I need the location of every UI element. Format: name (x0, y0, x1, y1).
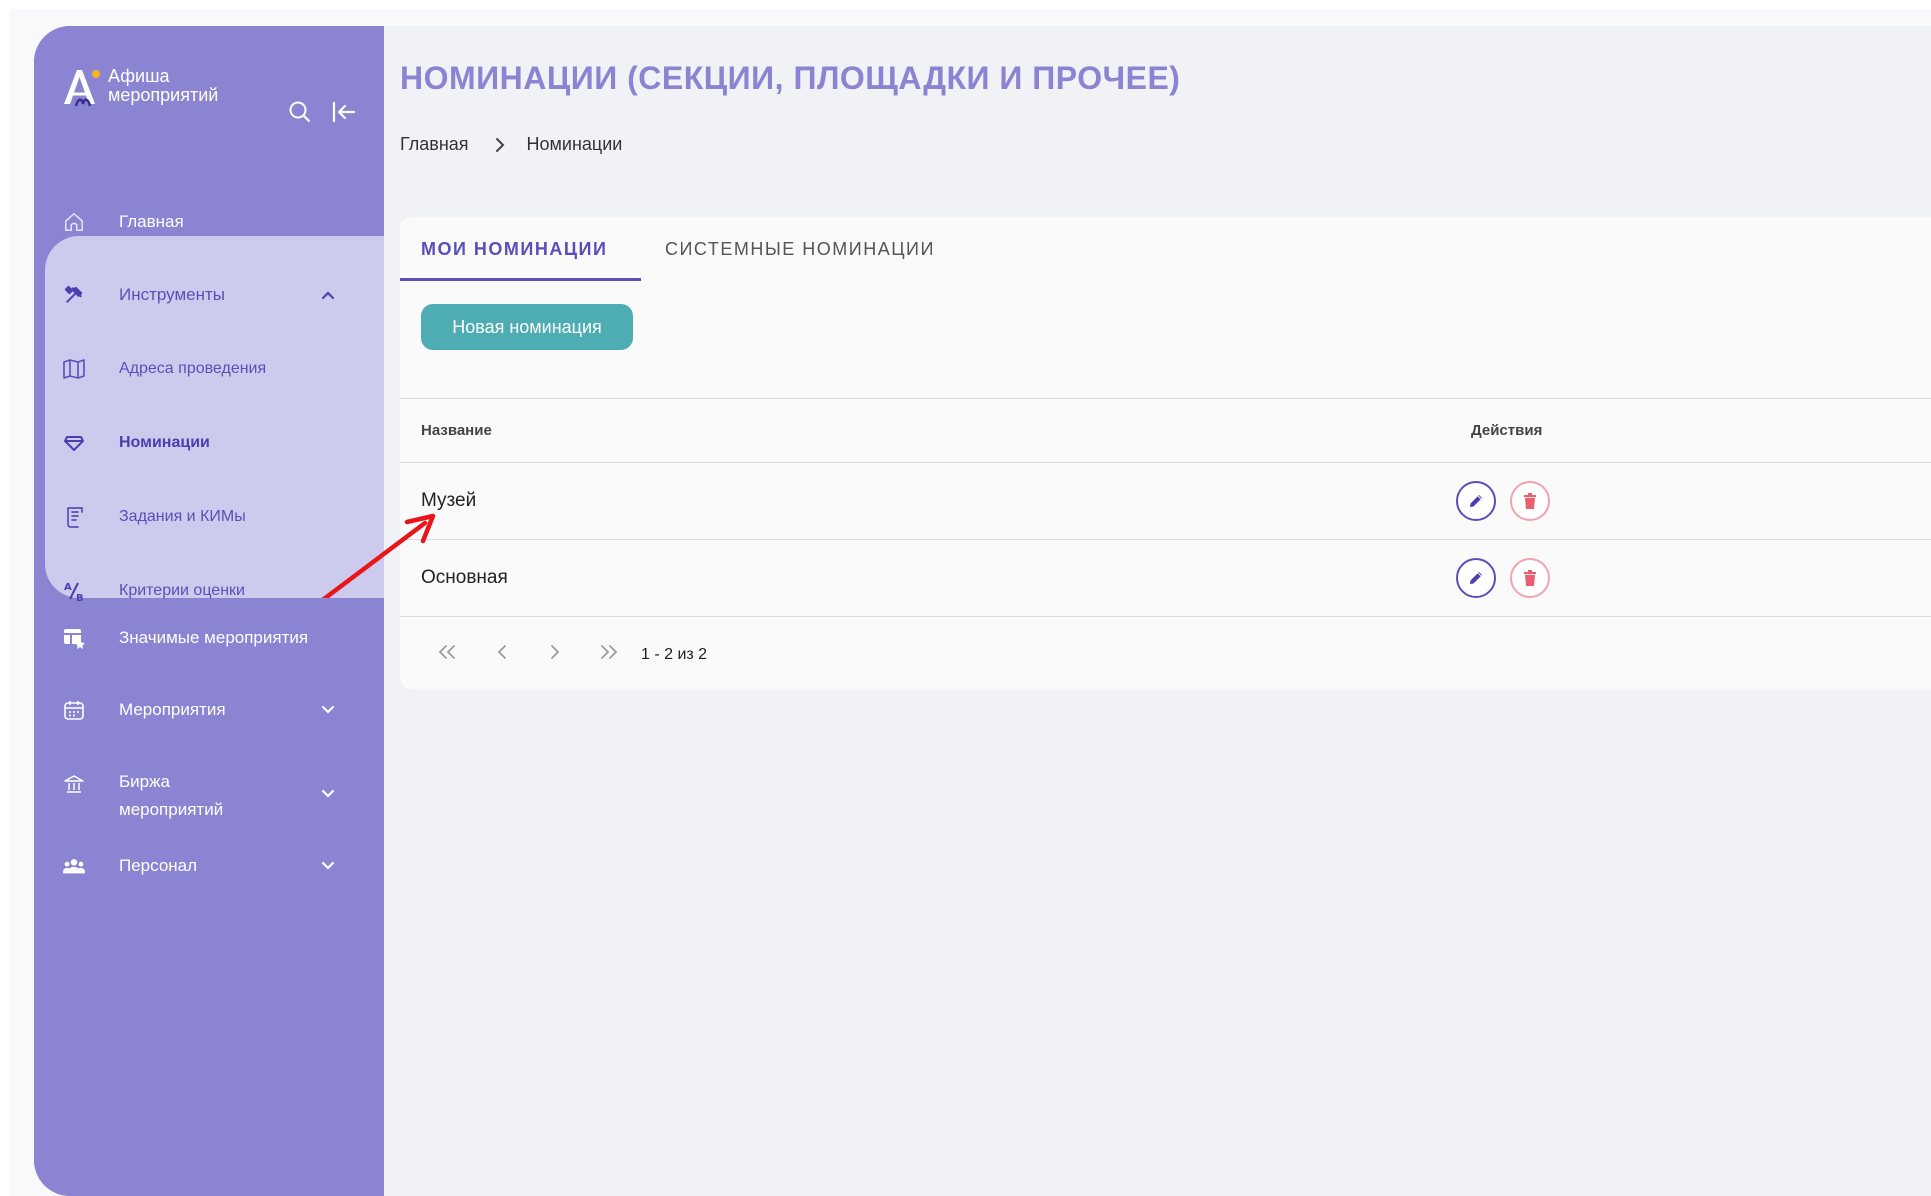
chevron-up-icon (320, 287, 336, 303)
trash-icon (1524, 493, 1536, 509)
tools-icon (62, 283, 86, 307)
sidebar-item-tools[interactable]: Инструменты (34, 265, 384, 325)
sidebar-item-staff[interactable]: Персонал (34, 836, 384, 896)
sidebar-item-label: Главная (119, 212, 184, 231)
task-icon (62, 505, 86, 529)
tabs-bar: МОИ НОМИНАЦИИ СИСТЕМНЫЕ НОМИНАЦИИ (400, 217, 1931, 281)
sidebar-item-label-line2: мероприятий (119, 800, 224, 819)
edit-button[interactable] (1456, 481, 1496, 521)
collapse-sidebar-icon[interactable] (330, 98, 358, 126)
search-icon[interactable] (286, 98, 314, 126)
edit-button[interactable] (1456, 558, 1496, 598)
sidebar-item-addresses[interactable]: Адреса проведения (34, 339, 384, 399)
last-page-icon[interactable] (597, 640, 621, 664)
nominations-card: МОИ НОМИНАЦИИ СИСТЕМНЫЕ НОМИНАЦИИ Новая … (400, 217, 1931, 689)
pencil-icon (1470, 495, 1482, 507)
breadcrumb-home-link[interactable]: Главная (400, 134, 469, 155)
table-star-icon (62, 626, 86, 650)
next-page-icon[interactable] (543, 640, 567, 664)
svg-text:A: A (64, 582, 72, 593)
app-logo[interactable]: Афиша мероприятий (60, 64, 218, 108)
sidebar-item-label: Инструменты (119, 285, 226, 304)
delete-button[interactable] (1510, 558, 1550, 598)
trash-icon (1524, 570, 1536, 586)
sidebar-item-criteria[interactable]: AB Критерии оценки (34, 561, 384, 621)
pagination: 1 - 2 из 2 (400, 632, 1000, 672)
sidebar-item-label: Значимые мероприятия (119, 628, 309, 647)
logo-title-line2: мероприятий (108, 85, 219, 105)
tab-my-nominations[interactable]: МОИ НОМИНАЦИИ (421, 239, 607, 260)
sidebar-item-label-line1: Биржа (119, 772, 170, 791)
breadcrumb-current: Номинации (526, 134, 623, 154)
sidebar-item-label: Номинации (119, 434, 210, 451)
gem-icon (62, 431, 86, 455)
chevron-down-icon (320, 702, 336, 718)
sidebar-item-label: Персонал (119, 856, 198, 875)
sidebar-item-exchange[interactable]: Биржа мероприятий (34, 756, 384, 832)
prev-page-icon[interactable] (490, 640, 514, 664)
breadcrumb: Главная Номинации (400, 134, 622, 155)
table-row[interactable]: Музей (400, 463, 1931, 539)
main-content: НОМИНАЦИИ (СЕКЦИИ, ПЛОЩАДКИ И ПРОЧЕЕ) Гл… (384, 26, 1931, 1196)
people-icon (62, 854, 86, 878)
map-icon (62, 357, 86, 381)
column-header-name: Название (421, 422, 492, 439)
chevron-down-icon (320, 858, 336, 874)
app-window: Афиша мероприятий Главная Инструменты Ад… (34, 26, 1931, 1196)
logo-mark-icon (60, 64, 102, 108)
criteria-icon: AB (62, 579, 86, 603)
column-header-actions: Действия (1471, 422, 1543, 439)
new-nomination-button[interactable]: Новая номинация (421, 304, 633, 350)
sidebar-item-home[interactable]: Главная (34, 192, 384, 252)
logo-title-line1: Афиша (108, 66, 170, 86)
sidebar-item-label: Адреса проведения (119, 360, 267, 377)
sidebar-top-section: Афиша мероприятий Главная (34, 26, 384, 236)
sidebar-item-label: Задания и КИМы (119, 508, 246, 525)
sidebar-item-nominations[interactable]: Номинации (34, 413, 384, 473)
svg-text:B: B (76, 593, 84, 603)
divider (400, 616, 1931, 617)
pencil-icon (1470, 572, 1482, 584)
divider (400, 398, 1931, 399)
sidebar-item-tasks[interactable]: Задания и КИМы (34, 487, 384, 547)
calendar-icon (62, 698, 86, 722)
row-name: Основная (421, 567, 508, 588)
sidebar-item-label: Мероприятия (119, 700, 226, 719)
sidebar: Афиша мероприятий Главная Инструменты Ад… (34, 26, 384, 1196)
delete-button[interactable] (1510, 481, 1550, 521)
tab-system-nominations[interactable]: СИСТЕМНЫЕ НОМИНАЦИИ (665, 239, 935, 260)
first-page-icon[interactable] (435, 640, 459, 664)
sidebar-bottom-section: Значимые мероприятия Мероприятия Биржа м… (34, 598, 384, 1196)
bank-icon (62, 772, 86, 796)
chevron-right-icon (495, 137, 505, 153)
active-tab-indicator (400, 278, 641, 281)
sidebar-item-label: Критерии оценки (119, 582, 245, 599)
home-icon (62, 210, 86, 234)
chevron-down-icon (320, 786, 336, 802)
table-row[interactable]: Основная (400, 540, 1931, 616)
sidebar-item-events[interactable]: Мероприятия (34, 680, 384, 740)
pagination-info: 1 - 2 из 2 (641, 646, 708, 663)
page-title: НОМИНАЦИИ (СЕКЦИИ, ПЛОЩАДКИ И ПРОЧЕЕ) (400, 60, 1181, 96)
row-name: Музей (421, 490, 477, 511)
